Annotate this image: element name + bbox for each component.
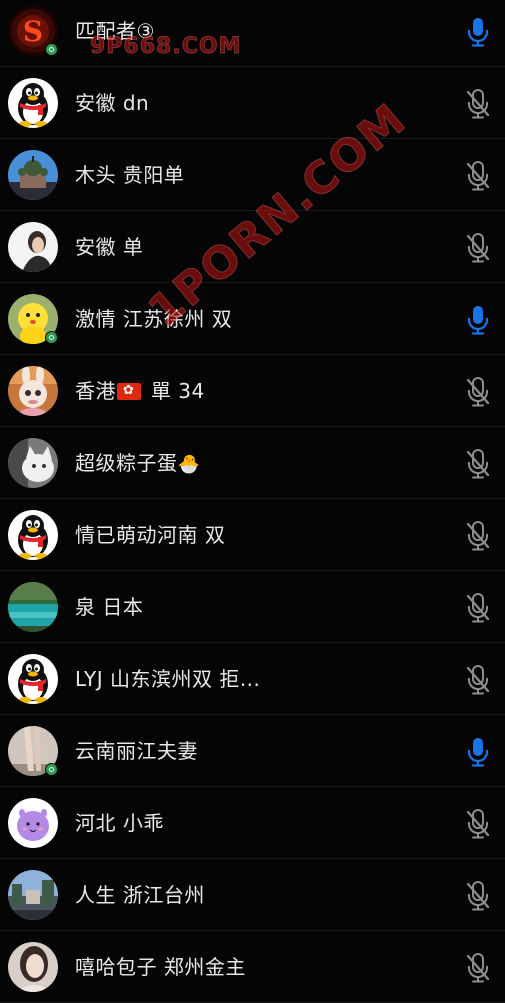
member-row[interactable]: 人生 浙江台州	[0, 859, 505, 931]
member-name: 安徽 dn	[75, 67, 149, 139]
microphone-muted-icon[interactable]	[465, 89, 491, 119]
member-name: 情已萌动河南 双	[75, 499, 225, 571]
member-name-text: 嘻哈包子 郑州金主	[75, 955, 246, 979]
member-name: 激情 江苏徐州 双	[75, 283, 232, 355]
member-row[interactable]: 嘻哈包子 郑州金主	[0, 931, 505, 1003]
avatar[interactable]	[8, 654, 58, 704]
member-name-text: 安徽 单	[75, 235, 144, 259]
member-row[interactable]: 香港 單 34	[0, 355, 505, 427]
member-row[interactable]: 泉 日本	[0, 571, 505, 643]
speaking-badge-icon	[45, 331, 58, 344]
microphone-muted-icon[interactable]	[465, 593, 491, 623]
member-row[interactable]: 安徽 单	[0, 211, 505, 283]
member-name: 河北 小乖	[75, 787, 164, 859]
member-name-text: 泉 日本	[75, 595, 144, 619]
microphone-muted-icon[interactable]	[465, 449, 491, 479]
member-name-text: 匹配者③	[75, 19, 155, 43]
avatar[interactable]	[8, 366, 58, 416]
avatar[interactable]	[8, 582, 58, 632]
member-name: 安徽 单	[75, 211, 143, 283]
member-name: 匹配者③	[75, 0, 155, 67]
microphone-muted-icon[interactable]	[465, 233, 491, 263]
avatar[interactable]	[8, 438, 58, 488]
microphone-muted-icon[interactable]	[465, 665, 491, 695]
microphone-icon[interactable]	[465, 737, 491, 767]
member-name: 人生 浙江台州	[75, 859, 205, 931]
avatar[interactable]	[8, 150, 58, 200]
member-row[interactable]: 木头 贵阳单	[0, 139, 505, 211]
member-row[interactable]: 安徽 dn	[0, 67, 505, 139]
speaking-badge-icon	[45, 763, 58, 776]
member-row[interactable]: 超级粽子蛋🐣	[0, 427, 505, 499]
member-row[interactable]: 匹配者③	[0, 0, 505, 67]
member-row[interactable]: LYJ 山东滨州双 拒...	[0, 643, 505, 715]
member-name: 木头 贵阳单	[75, 139, 184, 211]
member-name: 香港 單 34	[75, 355, 205, 427]
member-name: 嘻哈包子 郑州金主	[75, 931, 246, 1003]
microphone-muted-icon[interactable]	[465, 881, 491, 911]
member-name-text: 云南丽江夫妻	[75, 739, 198, 763]
member-row[interactable]: 情已萌动河南 双	[0, 499, 505, 571]
hatching-chick-icon: 🐣	[177, 454, 201, 475]
microphone-icon[interactable]	[465, 305, 491, 335]
avatar[interactable]	[8, 870, 58, 920]
member-name: 云南丽江夫妻	[75, 715, 198, 787]
member-name-text: 人生 浙江台州	[75, 883, 205, 907]
member-name-text: 情已萌动河南 双	[75, 523, 226, 547]
microphone-icon[interactable]	[465, 17, 491, 47]
member-row[interactable]: 河北 小乖	[0, 787, 505, 859]
member-name: LYJ 山东滨州双 拒...	[75, 643, 260, 715]
member-name: 泉 日本	[75, 571, 143, 643]
microphone-muted-icon[interactable]	[465, 521, 491, 551]
member-name-text: 河北 小乖	[75, 811, 164, 835]
member-name-text: LYJ 山东滨州双 拒...	[75, 667, 261, 691]
avatar[interactable]	[8, 222, 58, 272]
member-row[interactable]: 云南丽江夫妻	[0, 715, 505, 787]
avatar[interactable]	[8, 942, 58, 992]
member-name-text: 木头 贵阳单	[75, 163, 185, 187]
member-row[interactable]: 激情 江苏徐州 双	[0, 283, 505, 355]
member-name-prefix: 香港	[75, 379, 116, 403]
avatar[interactable]	[8, 78, 58, 128]
member-name-text: 安徽 dn	[75, 91, 150, 115]
voice-member-list: 匹配者③安徽 dn木头 贵阳单安徽 单激情 江苏徐州 双香港 單 34超级粽子蛋…	[0, 0, 505, 1003]
member-name: 超级粽子蛋🐣	[75, 427, 200, 501]
microphone-muted-icon[interactable]	[465, 161, 491, 191]
hong-kong-flag-icon	[117, 382, 141, 400]
avatar[interactable]	[8, 510, 58, 560]
avatar[interactable]	[8, 798, 58, 848]
member-name-text: 超级粽子蛋	[75, 451, 178, 475]
microphone-muted-icon[interactable]	[465, 809, 491, 839]
microphone-muted-icon[interactable]	[465, 953, 491, 983]
microphone-muted-icon[interactable]	[465, 377, 491, 407]
member-name-suffix: 單 34	[144, 379, 205, 403]
member-name-text: 激情 江苏徐州 双	[75, 307, 233, 331]
speaking-badge-icon	[45, 43, 58, 56]
